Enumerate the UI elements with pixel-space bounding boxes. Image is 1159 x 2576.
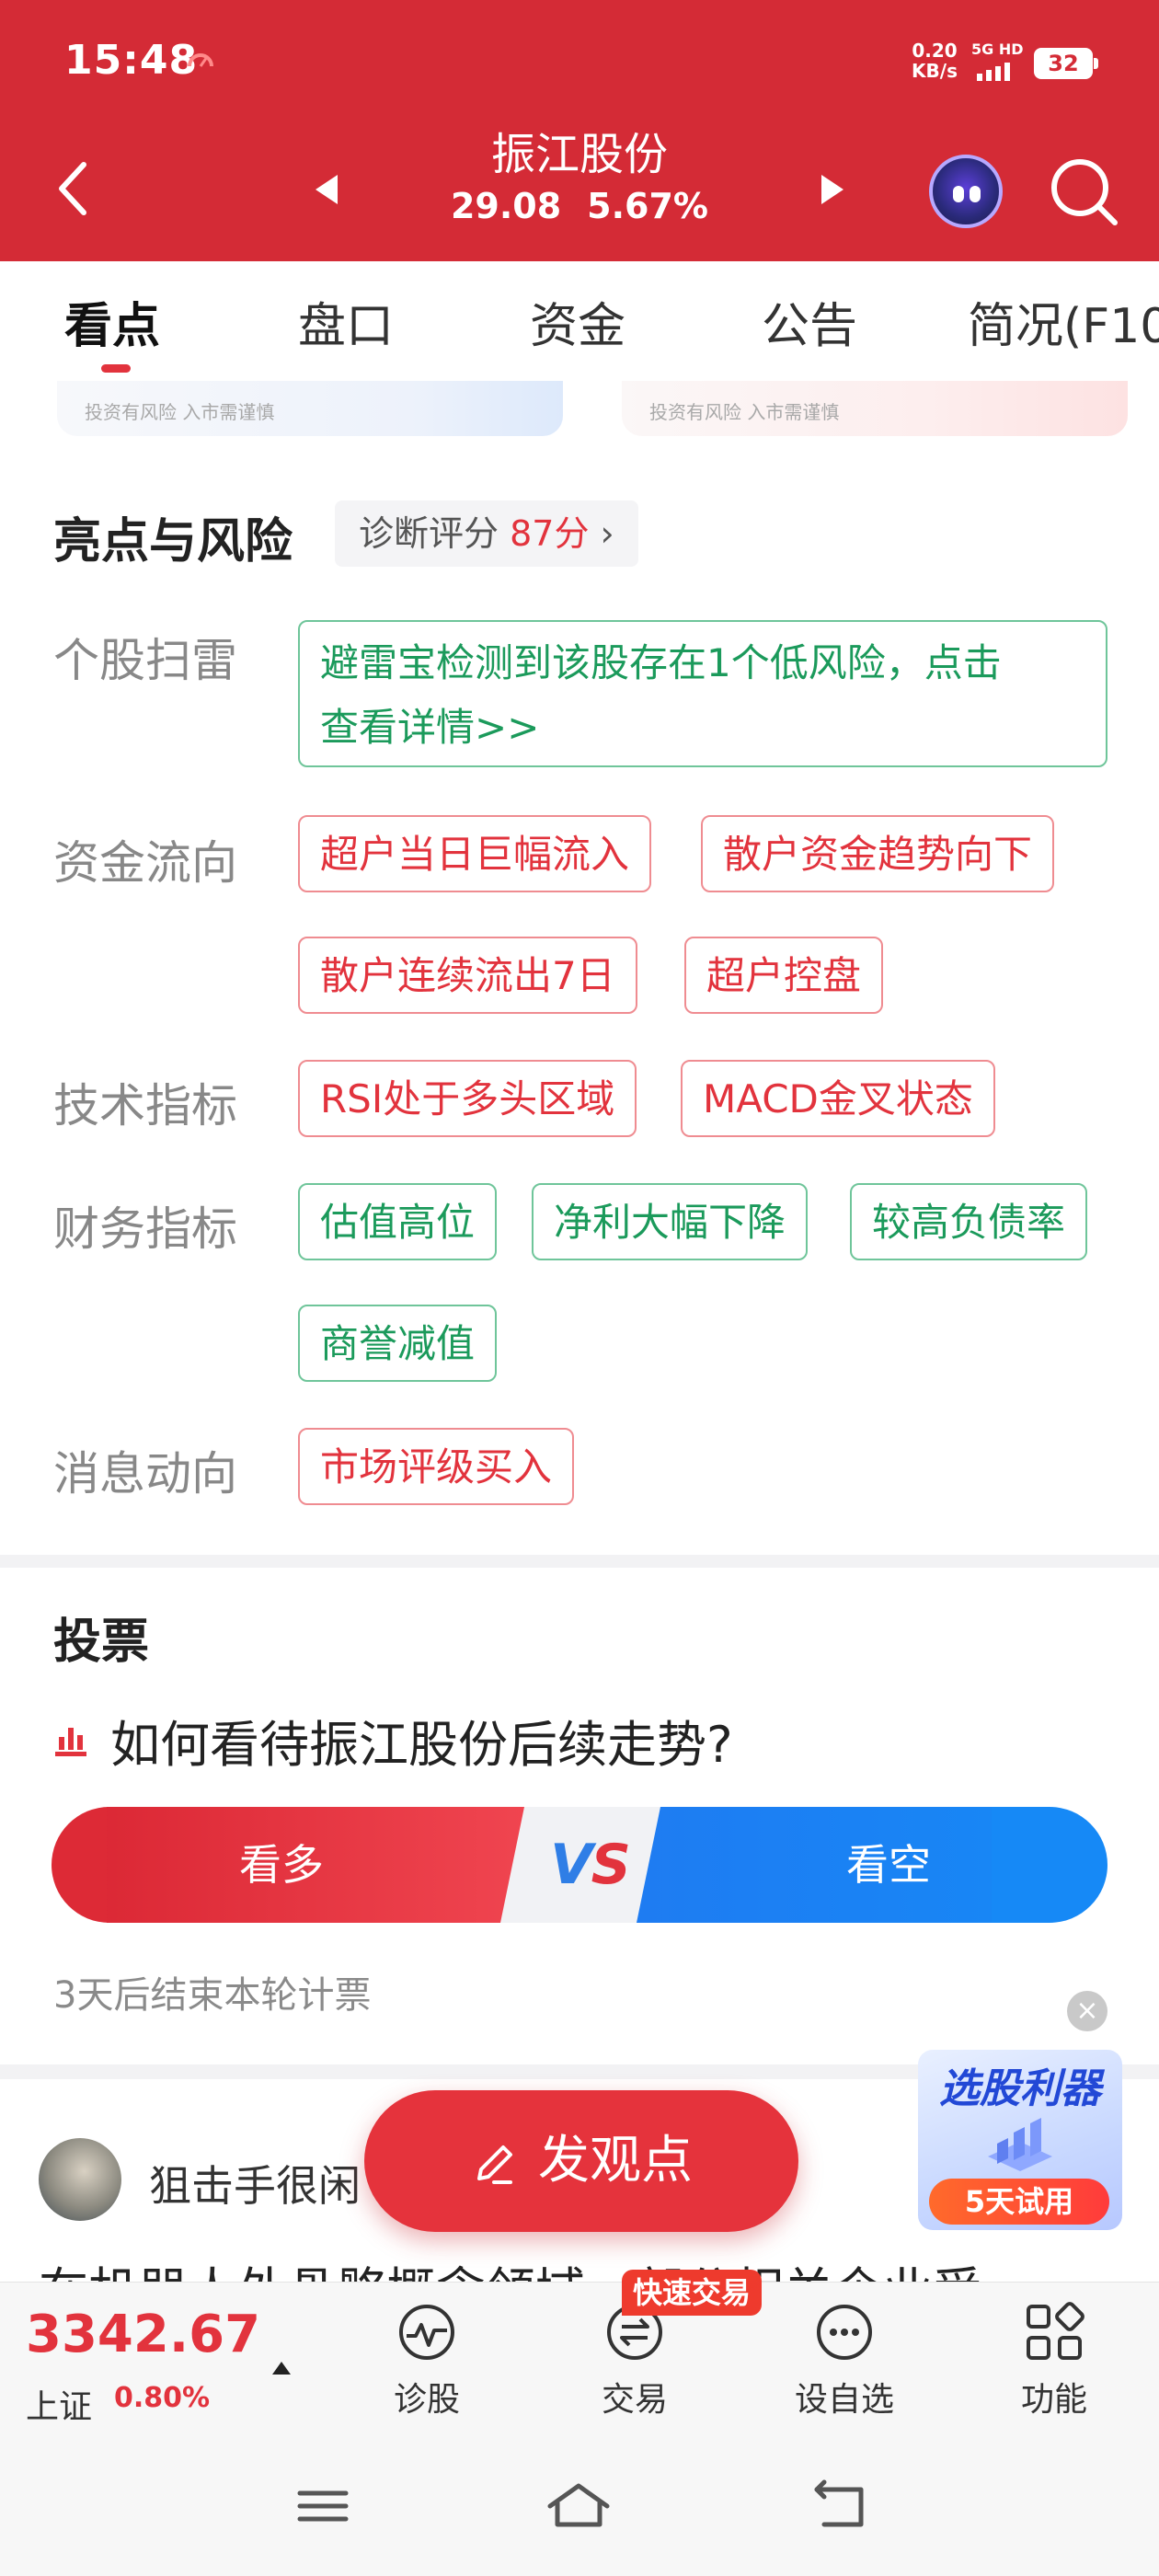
next-stock-button[interactable] — [809, 162, 855, 217]
bottom-toolbar: 3342.67 上证 0.80% 诊股 交易 快速交易 设自选 功能 — [0, 2270, 1159, 2431]
diagnose-button[interactable]: 诊股 — [362, 2299, 491, 2419]
signal-bars-icon — [977, 63, 1010, 81]
quick-trade-badge[interactable]: 快速交易 — [622, 2270, 763, 2316]
tab-highlights[interactable]: 看点 — [64, 287, 160, 356]
diagnose-icon — [399, 2305, 454, 2360]
network-speed: 0.20 KB/s — [912, 40, 958, 82]
ai-assistant-button[interactable] — [929, 155, 1003, 228]
status-bar: 15:48 0.20 KB/s 5G HD 32 — [0, 0, 1159, 129]
tab-order-book[interactable]: 盘口 — [298, 287, 394, 356]
risk-scan-text: 避雷宝检测到该股存在1个低风险，点击 — [320, 640, 1002, 685]
close-ad-button[interactable]: × — [1067, 1991, 1107, 2031]
score-label: 诊断评分 — [359, 513, 511, 554]
bull-vote-label[interactable]: 看多 — [107, 1807, 456, 1923]
section-title: 亮点与风险 — [53, 514, 293, 569]
signal-indicator: 5G HD — [971, 40, 1028, 83]
row-label-technical: 技术指标 — [53, 1079, 237, 1133]
financial-tag[interactable]: 净利大幅下降 — [532, 1183, 809, 1260]
prev-stock-button[interactable] — [304, 162, 350, 217]
watchlist-icon — [817, 2305, 872, 2360]
vote-question: 如何看待振江股份后续走势? — [110, 1716, 733, 1774]
stock-name: 振江股份 — [490, 129, 668, 180]
pen-icon — [477, 2145, 512, 2184]
tool-label: 交易 — [601, 2381, 668, 2419]
row-label-fund-flow: 资金流向 — [53, 836, 237, 890]
triangle-left-icon — [316, 175, 338, 204]
stock-picker-promo[interactable]: 选股利器 5天试用 — [918, 2050, 1122, 2230]
trade-button[interactable]: 交易 — [570, 2299, 699, 2419]
poll-chart-icon — [55, 1728, 86, 1756]
tool-label: 诊股 — [393, 2381, 460, 2419]
financial-tag[interactable]: 商誉减值 — [298, 1305, 498, 1382]
robot-eye-icon — [970, 186, 981, 202]
risk-scan-card[interactable]: 避雷宝检测到该股存在1个低风险，点击 查看详情>> — [298, 620, 1107, 767]
cube-chart-icon — [988, 2118, 1052, 2171]
active-tab-indicator — [101, 364, 131, 373]
post-text[interactable]: 在机器人外骨骼概念领域，部分相关企业受 — [39, 2250, 982, 2282]
tab-capital[interactable]: 资金 — [530, 287, 625, 356]
risk-disclaimer: 投资有风险 入市需谨慎 — [649, 401, 840, 423]
promo-title: 选股利器 — [939, 2065, 1101, 2112]
bear-vote-label[interactable]: 看空 — [695, 1807, 1082, 1923]
section-title: 投票 — [53, 1615, 150, 1670]
risk-disclaimer: 投资有风险 入市需谨慎 — [85, 401, 275, 423]
grid-icon — [1027, 2302, 1084, 2360]
avatar[interactable] — [39, 2138, 121, 2221]
tab-profile-f10[interactable]: 简况(F10 — [968, 287, 1159, 356]
search-icon[interactable] — [1045, 153, 1122, 230]
promo-banner-right[interactable]: 投资有风险 入市需谨慎 — [622, 381, 1128, 436]
fund-flow-tag[interactable]: 超户控盘 — [684, 937, 884, 1014]
stock-change-pct: 5.67% — [587, 186, 709, 226]
chevron-left-icon — [59, 162, 86, 215]
technical-tag[interactable]: MACD金叉状态 — [681, 1060, 995, 1137]
stock-price: 29.08 — [450, 186, 562, 226]
financial-tag[interactable]: 较高负债率 — [850, 1183, 1088, 1260]
app-header: 15:48 0.20 KB/s 5G HD 32 振江股份 29.08 5.67… — [0, 0, 1159, 261]
diagnosis-score-button[interactable]: 诊断评分 87分 › — [335, 500, 638, 567]
add-watchlist-button[interactable]: 设自选 — [780, 2299, 909, 2419]
index-value[interactable]: 3342.67 — [26, 2305, 260, 2364]
row-label-news: 消息动向 — [53, 1447, 237, 1501]
score-value: 87分 — [510, 513, 590, 554]
menu-icon[interactable] — [281, 2478, 364, 2534]
chevron-right-icon: › — [600, 513, 614, 554]
back-nav-icon[interactable] — [797, 2478, 879, 2534]
highlights-risks-section: 亮点与风险 诊断评分 87分 › 个股扫雷 避雷宝检测到该股存在1个低风险，点击… — [0, 436, 1159, 1555]
tool-label: 功能 — [1020, 2381, 1087, 2419]
index-name[interactable]: 上证 — [26, 2380, 92, 2428]
vote-end-note: 3天后结束本轮计票 — [53, 1974, 372, 2017]
system-navigation-bar — [0, 2431, 1159, 2576]
post-opinion-button[interactable]: 发观点 — [364, 2090, 798, 2232]
tab-bar: 看点 盘口 资金 公告 简况(F10 — [0, 261, 1159, 381]
post-author[interactable]: 狙击手很闲 — [149, 2153, 361, 2214]
speedometer-icon — [188, 53, 213, 67]
post-opinion-label: 发观点 — [538, 2131, 693, 2191]
vote-bar: 看多 VS 看空 — [52, 1807, 1107, 1923]
vs-label: VS — [550, 1833, 631, 1897]
status-time: 15:48 — [64, 37, 199, 84]
tab-announcements[interactable]: 公告 — [762, 287, 857, 356]
risk-scan-link: 查看详情>> — [320, 705, 540, 750]
back-button[interactable] — [40, 147, 105, 230]
trial-badge[interactable]: 5天试用 — [929, 2179, 1109, 2225]
triangle-right-icon — [821, 175, 843, 204]
promo-banner-left[interactable]: 投资有风险 入市需谨慎 — [57, 381, 563, 436]
home-icon[interactable] — [537, 2478, 620, 2534]
robot-eye-icon — [953, 186, 964, 202]
fund-flow-tag[interactable]: 散户连续流出7日 — [298, 937, 637, 1014]
fund-flow-tag[interactable]: 散户资金趋势向下 — [701, 815, 1055, 892]
row-label-risk-scan: 个股扫雷 — [53, 634, 237, 687]
row-label-financial: 财务指标 — [53, 1202, 237, 1256]
stock-quote: 29.08 5.67% — [396, 186, 763, 226]
technical-tag[interactable]: RSI处于多头区域 — [298, 1060, 637, 1137]
functions-button[interactable]: 功能 — [990, 2299, 1119, 2419]
financial-tag[interactable]: 估值高位 — [298, 1183, 498, 1260]
news-tag[interactable]: 市场评级买入 — [298, 1428, 575, 1505]
fund-flow-tag[interactable]: 超户当日巨幅流入 — [298, 815, 652, 892]
index-up-arrow-icon[interactable] — [272, 2362, 291, 2375]
battery-indicator: 32 — [1034, 48, 1098, 79]
index-change[interactable]: 0.80% — [114, 2382, 210, 2414]
vote-section: 投票 如何看待振江股份后续走势? 看多 VS 看空 3天后结束本轮计票 — [0, 1568, 1159, 2064]
tool-label: 设自选 — [794, 2381, 894, 2419]
